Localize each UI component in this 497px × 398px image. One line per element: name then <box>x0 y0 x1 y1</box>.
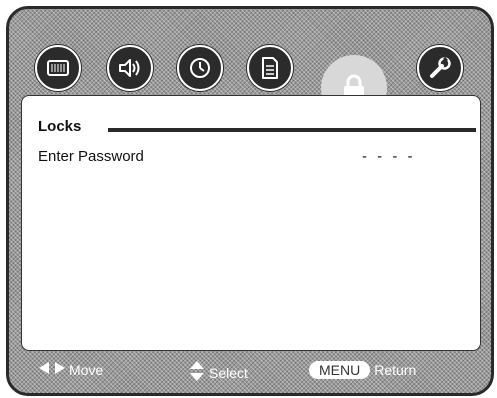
enter-password-label: Enter Password <box>38 148 144 165</box>
picture-menu-button[interactable] <box>35 45 81 91</box>
left-right-arrows-icon <box>39 361 65 378</box>
menu-key-badge: MENU <box>309 361 371 379</box>
audio-icon <box>117 57 143 79</box>
password-entry-field[interactable]: - - - - <box>362 148 415 165</box>
move-hint: Move <box>39 361 103 378</box>
menu-return-hint: MENU Return <box>309 361 416 379</box>
section-title: Locks <box>38 118 82 135</box>
footer-hints: Move Select MENU Return <box>9 357 491 385</box>
timer-menu-button[interactable] <box>177 45 223 91</box>
locks-panel: Locks Enter Password - - - - <box>21 95 481 351</box>
move-label: Move <box>69 361 104 378</box>
audio-menu-button[interactable] <box>107 45 153 91</box>
tv-menu-frame: Locks Enter Password - - - - Move Select <box>6 6 494 396</box>
select-hint: Select <box>189 361 248 384</box>
picture-icon <box>46 58 70 78</box>
select-label: Select <box>209 364 248 381</box>
wrench-icon <box>427 55 453 81</box>
setup-icon <box>260 56 280 80</box>
setup-tools-menu-button[interactable] <box>417 45 463 91</box>
setup-menu-button[interactable] <box>247 45 293 91</box>
up-down-arrows-icon <box>189 361 205 384</box>
timer-icon <box>188 56 212 80</box>
return-label: Return <box>374 362 417 378</box>
title-divider <box>108 128 476 132</box>
